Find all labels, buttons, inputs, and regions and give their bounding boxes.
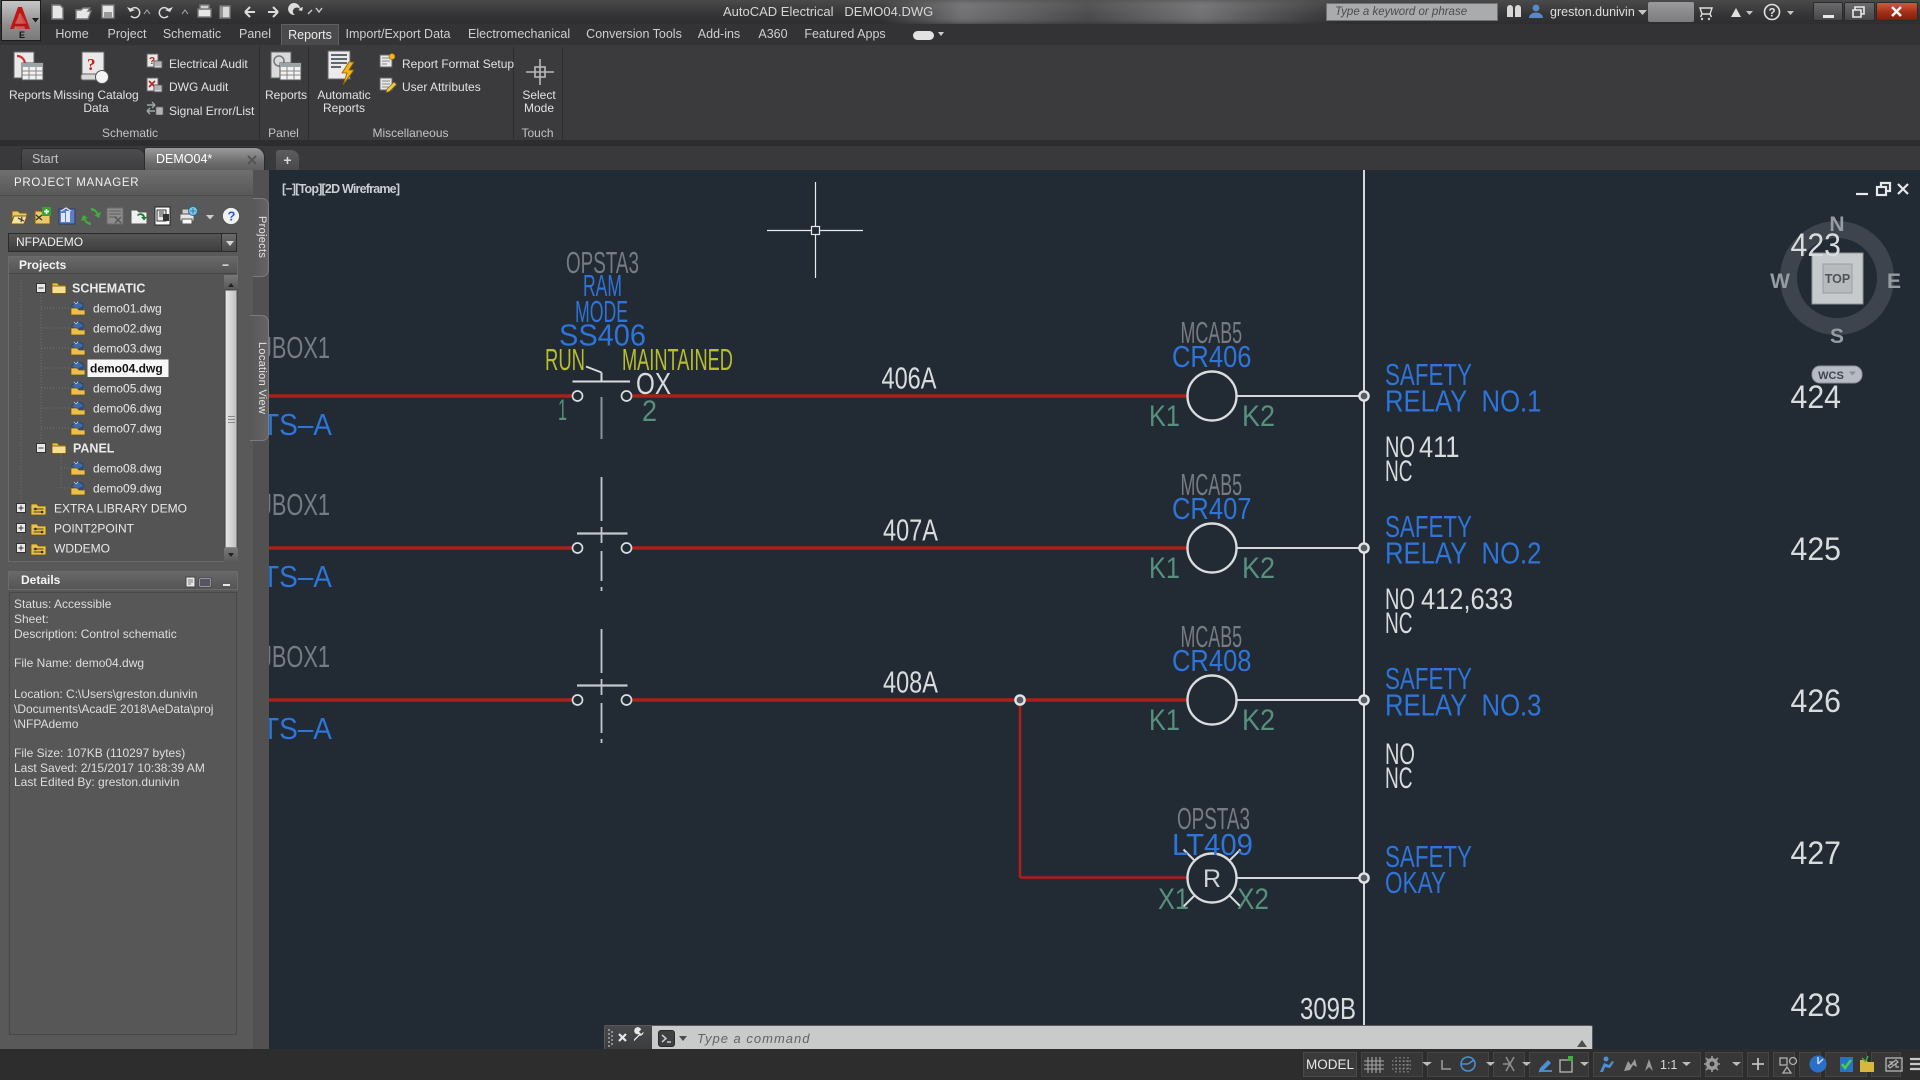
svg-text:demo04.dwg: demo04.dwg <box>90 362 163 376</box>
svg-text:EXTRA LIBRARY DEMO: EXTRA LIBRARY DEMO <box>54 502 187 516</box>
svg-text:POINT2POINT: POINT2POINT <box>54 522 135 536</box>
svg-text:demo09.dwg: demo09.dwg <box>93 482 162 496</box>
svg-text:demo07.dwg: demo07.dwg <box>93 422 162 436</box>
svg-text:PANEL: PANEL <box>73 442 115 456</box>
svg-text:?: ? <box>228 209 236 224</box>
svg-text:E: E <box>19 30 25 40</box>
svg-text:demo08.dwg: demo08.dwg <box>93 462 162 476</box>
svg-text:demo02.dwg: demo02.dwg <box>93 322 162 336</box>
svg-text:demo03.dwg: demo03.dwg <box>93 342 162 356</box>
svg-text:WDDEMO: WDDEMO <box>54 542 110 556</box>
svg-text:demo01.dwg: demo01.dwg <box>93 302 162 316</box>
svg-text:demo06.dwg: demo06.dwg <box>93 402 162 416</box>
svg-text:?: ? <box>1769 8 1776 20</box>
svg-text:greston.dunivin: greston.dunivin <box>1550 5 1635 19</box>
svg-text:?: ? <box>87 55 96 74</box>
svg-text:1:1: 1:1 <box>1660 1058 1677 1072</box>
svg-text:SCHEMATIC: SCHEMATIC <box>72 282 145 296</box>
svg-text:demo05.dwg: demo05.dwg <box>93 382 162 396</box>
